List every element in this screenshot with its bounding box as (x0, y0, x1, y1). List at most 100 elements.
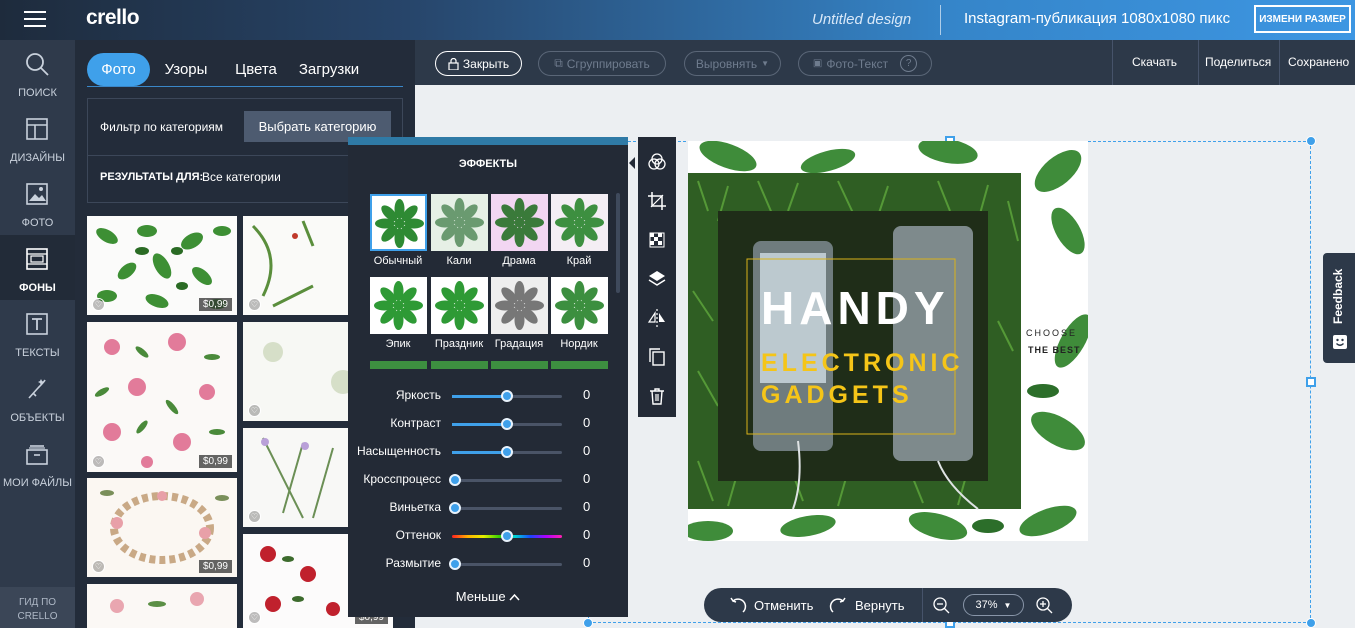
top-bar: crello Untitled design Instagram-публика… (0, 0, 1355, 40)
chevron-down-icon: ▼ (1003, 600, 1012, 610)
crello-guide-link[interactable]: ГИД ПО CRELLO (0, 587, 75, 628)
tab-patterns[interactable]: Узоры (159, 53, 213, 86)
slider-knob[interactable] (501, 418, 513, 430)
less-button[interactable]: Меньше (348, 589, 628, 604)
group-button[interactable]: ⧉ Сгруппировать (538, 51, 666, 76)
slider-track[interactable] (449, 558, 562, 570)
filter-preview-image (495, 198, 544, 247)
zoom-value: 37% (975, 599, 998, 611)
filter-thumbnail-1[interactable] (370, 194, 427, 251)
zoom-out-icon[interactable] (932, 596, 950, 614)
slider-value: 0 (583, 415, 591, 430)
document-title[interactable]: Untitled design (812, 11, 911, 28)
nav-item-my-files[interactable]: МОИ ФАЙЛЫ (0, 430, 75, 495)
slider-knob[interactable] (501, 446, 513, 458)
favorite-icon[interactable]: ♡ (248, 510, 261, 523)
filter-thumbnail-8[interactable] (551, 277, 608, 334)
nav-item-photo[interactable]: ФОТО (0, 170, 75, 235)
filter-thumbnail-partial[interactable] (370, 361, 427, 369)
nav-item-backgrounds[interactable]: ФОНЫ (0, 235, 75, 300)
tab-photo[interactable]: Фото (87, 53, 150, 86)
favorite-icon[interactable]: ♡ (92, 298, 105, 311)
align-button[interactable]: Выровнять ▼ (684, 51, 781, 76)
slider-track[interactable] (449, 502, 562, 514)
filter-thumbnail-partial[interactable] (431, 361, 488, 369)
nav-label: ФОТО (21, 217, 54, 229)
flip-icon[interactable] (647, 308, 667, 328)
slider-knob[interactable] (449, 558, 461, 570)
share-button[interactable]: Поделиться (1205, 55, 1271, 69)
filter-thumbnail-3[interactable] (491, 194, 548, 251)
slider-fill (452, 395, 507, 398)
favorite-icon[interactable]: ♡ (92, 560, 105, 573)
nav-item-texts[interactable]: ТЕКСТЫ (0, 300, 75, 365)
photo-text-button[interactable]: ▣ Фото-Текст ? (798, 51, 932, 76)
slider-value: 0 (583, 443, 591, 458)
redo-icon[interactable] (828, 595, 848, 615)
menu-icon[interactable] (24, 11, 46, 28)
zoom-in-icon[interactable] (1035, 596, 1053, 614)
slider-knob[interactable] (501, 530, 513, 542)
feedback-tab[interactable]: Feedback (1323, 253, 1355, 363)
nav-label: ОБЪЕКТЫ (10, 412, 65, 424)
tab-colors[interactable]: Цвета (231, 53, 281, 86)
slider-track[interactable] (452, 418, 562, 430)
filter-thumbnail-7[interactable] (491, 277, 548, 334)
logo[interactable]: crello (86, 6, 140, 30)
resize-handle-bottom-right[interactable] (1306, 618, 1316, 628)
photo-thumbnail[interactable]: ♡ $0,99 (87, 322, 237, 472)
photo-thumbnail[interactable] (87, 584, 237, 628)
undo-icon[interactable] (728, 595, 748, 615)
zoom-select[interactable]: 37% ▼ (963, 594, 1024, 616)
design-canvas[interactable]: HANDY ELECTRONIC GADGETS CHOOSE THE BEST (688, 141, 1088, 541)
results-label: РЕЗУЛЬТАТЫ ДЛЯ: (100, 171, 204, 183)
slider-track[interactable] (452, 530, 562, 542)
slider-knob[interactable] (501, 390, 513, 402)
nav-item-designs[interactable]: ДИЗАЙНЫ (0, 105, 75, 170)
crop-icon[interactable] (647, 191, 667, 211)
favorite-icon[interactable]: ♡ (248, 298, 261, 311)
slider-track[interactable] (449, 474, 562, 486)
photo-thumbnail[interactable]: ♡ $0,99 (87, 216, 237, 315)
filter-thumbnail-4[interactable] (551, 194, 608, 251)
filter-thumbnail-2[interactable] (431, 194, 488, 251)
trash-icon[interactable] (647, 386, 667, 406)
transparency-icon[interactable] (647, 230, 667, 250)
resize-handle-bottom-left[interactable] (583, 618, 593, 628)
download-button[interactable]: Скачать (1132, 55, 1177, 69)
lock-button[interactable]: Закрыть (435, 51, 522, 76)
slider-track[interactable] (452, 446, 562, 458)
design-headline[interactable]: HANDY (761, 281, 950, 335)
resize-handle-top-right[interactable] (1306, 136, 1316, 146)
nav-item-search[interactable]: ПОИСК (0, 40, 75, 105)
design-subline-1[interactable]: ELECTRONIC (761, 349, 964, 378)
redo-button[interactable]: Вернуть (855, 598, 905, 613)
help-icon[interactable]: ? (900, 55, 918, 72)
undo-button[interactable]: Отменить (754, 598, 813, 613)
tab-uploads[interactable]: Загрузки (293, 53, 365, 86)
slider-track[interactable] (452, 390, 562, 402)
design-subline-2[interactable]: GADGETS (761, 381, 913, 410)
resize-button[interactable]: ИЗМЕНИ РАЗМЕР (1254, 5, 1351, 33)
design-side-text-2[interactable]: THE BEST (1028, 345, 1081, 355)
filter-thumbnail-6[interactable] (431, 277, 488, 334)
slider-label: Кросспроцесс (363, 472, 441, 486)
align-label: Выровнять (695, 56, 758, 71)
design-side-text-1[interactable]: CHOOSE (1026, 328, 1077, 338)
effects-scrollbar[interactable] (616, 193, 620, 293)
filter-thumbnail-partial[interactable] (491, 361, 548, 369)
filter-thumbnail-5[interactable] (370, 277, 427, 334)
layers-icon[interactable] (647, 269, 667, 289)
resize-handle-right[interactable] (1306, 377, 1316, 387)
favorite-icon[interactable]: ♡ (248, 611, 261, 624)
copy-icon[interactable] (647, 347, 667, 367)
favorite-icon[interactable]: ♡ (248, 404, 261, 417)
effects-icon[interactable] (647, 152, 667, 172)
slider-knob[interactable] (449, 474, 461, 486)
nav-item-objects[interactable]: ОБЪЕКТЫ (0, 365, 75, 430)
filter-thumbnail-partial[interactable] (551, 361, 608, 369)
slider-knob[interactable] (449, 502, 461, 514)
favorite-icon[interactable]: ♡ (92, 455, 105, 468)
photo-thumbnail[interactable]: ♡ $0,99 (87, 478, 237, 577)
document-format: Instagram-публикация 1080x1080 пикс (964, 10, 1231, 27)
